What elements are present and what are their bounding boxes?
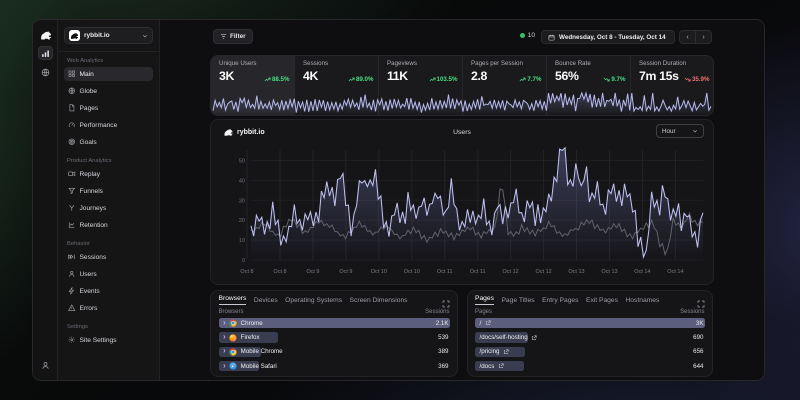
svg-text:Oct 13: Oct 13 <box>601 269 617 275</box>
svg-text:Oct 11: Oct 11 <box>437 269 453 275</box>
svg-text:Oct 14: Oct 14 <box>667 269 683 275</box>
svg-text:Oct 14: Oct 14 <box>634 269 650 275</box>
svg-text:Oct 10: Oct 10 <box>371 269 387 275</box>
svg-text:Oct 13: Oct 13 <box>568 269 584 275</box>
svg-text:Oct 9: Oct 9 <box>339 269 352 275</box>
svg-text:20: 20 <box>239 218 245 224</box>
svg-text:10: 10 <box>239 238 245 244</box>
svg-text:30: 30 <box>239 198 245 204</box>
svg-text:40: 40 <box>239 178 245 184</box>
svg-text:Oct 9: Oct 9 <box>306 269 319 275</box>
svg-text:Oct 11: Oct 11 <box>470 269 486 275</box>
svg-text:Oct 10: Oct 10 <box>404 269 420 275</box>
svg-text:50: 50 <box>239 159 245 165</box>
svg-text:Oct 8: Oct 8 <box>273 269 286 275</box>
svg-text:0: 0 <box>242 258 245 264</box>
svg-text:Oct 8: Oct 8 <box>240 269 253 275</box>
svg-text:Oct 12: Oct 12 <box>535 269 551 275</box>
svg-text:Oct 12: Oct 12 <box>502 269 518 275</box>
